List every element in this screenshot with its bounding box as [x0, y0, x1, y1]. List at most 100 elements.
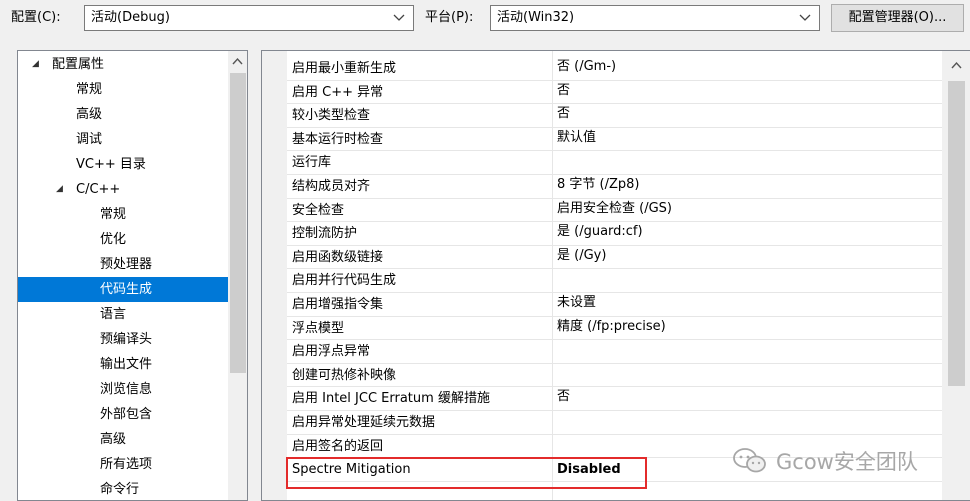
tree-item-label: 外部包含	[100, 407, 153, 422]
expand-triangle-icon[interactable]: ◢	[32, 52, 39, 77]
tree-item[interactable]: 高级	[18, 102, 228, 127]
property-row[interactable]: 启用最小重新生成 否 (/Gm-)	[262, 57, 942, 81]
property-row[interactable]: 运行库	[262, 151, 942, 175]
tree-scroll-thumb[interactable]	[230, 73, 246, 373]
tree-item-label: 命令行	[100, 482, 140, 497]
property-value[interactable]: 否 (/Gm-)	[557, 55, 616, 78]
tree-item-label: 调试	[76, 132, 103, 147]
property-row[interactable]: 启用函数级链接 是 (/Gy)	[262, 246, 942, 270]
tree-item[interactable]: VC++ 目录	[18, 152, 228, 177]
tree-item-label: 浏览信息	[100, 382, 153, 397]
property-row[interactable]: 控制流防护 是 (/guard:cf)	[262, 222, 942, 246]
property-row[interactable]: 基本运行时检查 默认值	[262, 128, 942, 152]
property-name: 启用并行代码生成	[292, 273, 397, 289]
property-name: 基本运行时检查	[292, 131, 384, 147]
config-manager-button[interactable]: 配置管理器(O)...	[831, 4, 964, 32]
tree-item-label: C/C++	[76, 182, 121, 197]
property-value[interactable]: 未设置	[557, 291, 596, 314]
property-row[interactable]: 创建可热修补映像	[262, 364, 942, 388]
property-name: 安全检查	[292, 202, 345, 218]
grid-scroll-thumb[interactable]	[948, 81, 965, 386]
property-value[interactable]: 是 (/Gy)	[557, 244, 606, 267]
tree-item[interactable]: 代码生成	[18, 277, 228, 302]
property-value[interactable]: 默认值	[557, 126, 596, 149]
wechat-icon	[732, 447, 768, 475]
property-name: 创建可热修补映像	[292, 367, 397, 383]
property-name: 启用浮点异常	[292, 344, 371, 360]
expand-triangle-icon[interactable]: ◢	[56, 177, 63, 202]
property-row[interactable]: 安全检查 启用安全检查 (/GS)	[262, 199, 942, 223]
tree-item-label: 代码生成	[100, 282, 153, 297]
tree-item-label: 高级	[76, 107, 103, 122]
platform-value: 活动(Win32)	[497, 10, 575, 25]
tree-scrollbar[interactable]	[228, 51, 247, 500]
chevron-down-icon	[799, 14, 811, 21]
tree-item-label: 预处理器	[100, 257, 153, 272]
property-name: 浮点模型	[292, 320, 345, 336]
tree-item-label: 语言	[100, 307, 127, 322]
grid-scrollbar[interactable]	[942, 51, 970, 500]
tree-item-label: 输出文件	[100, 357, 153, 372]
property-grid: 启用最小重新生成否 (/Gm-) 启用 C++ 异常否较小类型检查否基本运行时检查…	[261, 50, 970, 501]
tree-item[interactable]: 输出文件	[18, 352, 228, 377]
property-name: 启用 Intel JCC Erratum 缓解措施	[292, 391, 490, 407]
property-row[interactable]: 启用异常处理延续元数据	[262, 411, 942, 435]
config-combobox[interactable]: 活动(Debug)	[84, 5, 414, 31]
property-name: 启用最小重新生成	[292, 61, 397, 76]
property-value[interactable]: 启用安全检查 (/GS)	[557, 197, 672, 220]
platform-combobox[interactable]: 活动(Win32)	[490, 5, 820, 31]
tree-item-label: VC++ 目录	[76, 157, 146, 172]
tree-item[interactable]: 预处理器	[18, 252, 228, 277]
property-name: 启用函数级链接	[292, 249, 384, 265]
tree-item[interactable]: ◢ C/C++	[18, 177, 228, 202]
tree-item-label: 所有选项	[100, 457, 153, 472]
property-row[interactable]: 启用浮点异常	[262, 340, 942, 364]
property-row[interactable]: 启用增强指令集 未设置	[262, 293, 942, 317]
config-label: 配置(C):	[11, 10, 61, 25]
property-name: 控制流防护	[292, 226, 358, 242]
platform-label: 平台(P):	[425, 10, 474, 25]
tree-item[interactable]: 常规	[18, 77, 228, 102]
property-tree: ◢ 配置属性 常规 高级 调试 VC++ 目录 ◢ C/C++ 常规 优化 预处理器 代码生成 语言 预编…	[17, 50, 248, 501]
property-value[interactable]: 否	[557, 385, 570, 408]
property-row[interactable]: 启用 C++ 异常 否	[262, 81, 942, 105]
tree-item-label: 常规	[100, 207, 127, 222]
property-name: 较小类型检查	[292, 108, 371, 124]
tree-item-label: 优化	[100, 232, 127, 247]
chevron-down-icon	[393, 14, 405, 21]
tree-item[interactable]: 所有选项	[18, 452, 228, 477]
tree-item[interactable]: 外部包含	[18, 402, 228, 427]
tree-item[interactable]: 语言	[18, 302, 228, 327]
tree-item[interactable]: ◢ 配置属性	[18, 52, 228, 77]
property-row[interactable]: 较小类型检查 否	[262, 104, 942, 128]
property-name: 运行库	[292, 155, 332, 171]
tree-item-label: 高级	[100, 432, 127, 447]
tree-item-label: 预编译头	[100, 332, 153, 347]
watermark-text: Gcow安全团队	[776, 450, 918, 474]
property-value[interactable]: 否	[557, 102, 570, 125]
property-name: 启用增强指令集	[292, 297, 384, 312]
tree-item[interactable]: 浏览信息	[18, 377, 228, 402]
property-row[interactable]: 结构成员对齐 8 字节 (/Zp8)	[262, 175, 942, 199]
property-row[interactable]: 启用并行代码生成	[262, 269, 942, 293]
property-value[interactable]: 是 (/guard:cf)	[557, 220, 643, 243]
property-name: 启用异常处理延续元数据	[292, 415, 436, 430]
tree-item[interactable]: 命令行	[18, 477, 228, 500]
property-value[interactable]: 精度 (/fp:precise)	[557, 315, 666, 338]
tree-item[interactable]: 高级	[18, 427, 228, 452]
tree-item[interactable]: 优化	[18, 227, 228, 252]
property-row[interactable]: 浮点模型 精度 (/fp:precise)	[262, 317, 942, 341]
config-value: 活动(Debug)	[91, 10, 170, 25]
property-value[interactable]: 否	[557, 79, 570, 102]
tree-item-label: 配置属性	[52, 57, 105, 72]
tree-item[interactable]: 预编译头	[18, 327, 228, 352]
property-name: 启用 C++ 异常	[292, 84, 384, 100]
property-row[interactable]: 启用 Intel JCC Erratum 缓解措施 否	[262, 387, 942, 411]
scroll-up-icon[interactable]	[229, 53, 246, 70]
scroll-up-icon[interactable]	[948, 57, 965, 74]
tree-item-label: 常规	[76, 82, 103, 97]
tree-item[interactable]: 调试	[18, 127, 228, 152]
tree-item[interactable]: 常规	[18, 202, 228, 227]
spectre-highlight-box	[286, 457, 647, 489]
property-value[interactable]: 8 字节 (/Zp8)	[557, 173, 640, 196]
